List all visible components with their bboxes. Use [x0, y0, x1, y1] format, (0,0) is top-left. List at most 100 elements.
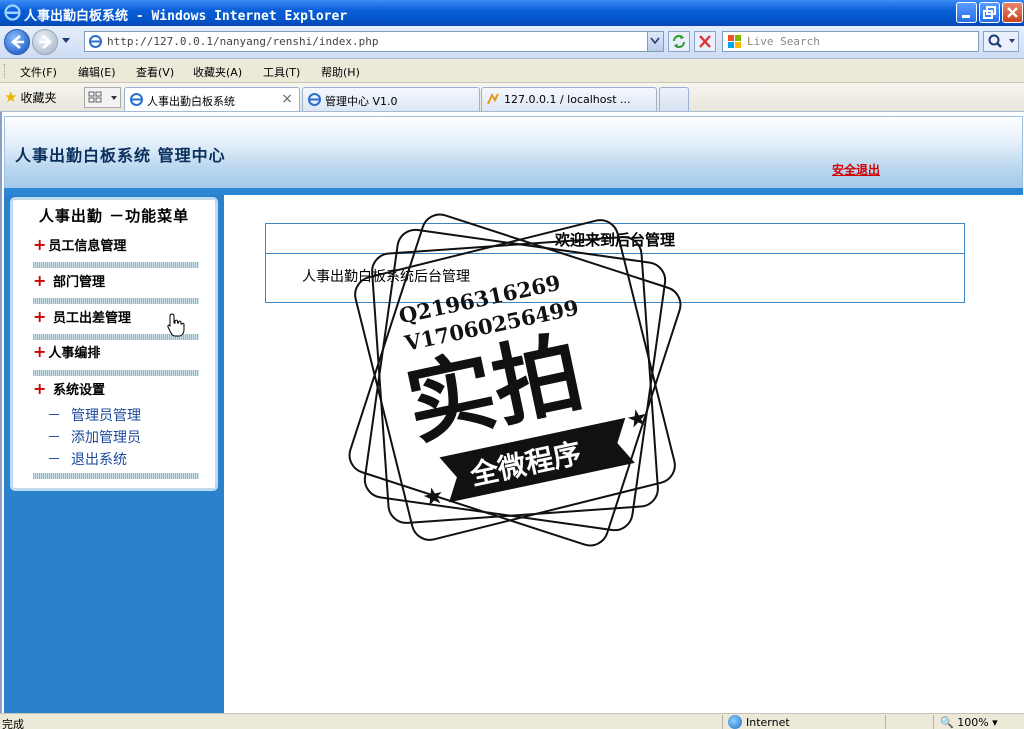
section-label: 系统设置 [52, 383, 105, 398]
plus-icon: + [33, 235, 47, 254]
url-text: http://127.0.0.1/nanyang/renshi/index.ph… [107, 35, 379, 48]
tab-label: 127.0.0.1 / localhost ... [504, 93, 631, 106]
menu-separator [33, 473, 199, 479]
plus-icon: + [33, 379, 47, 398]
tab-admin-center[interactable]: 管理中心 V1.0 [302, 87, 480, 111]
tab-label: 管理中心 V1.0 [325, 95, 398, 108]
close-window-button[interactable] [1002, 2, 1023, 23]
zoom-control[interactable]: 🔍 100% ▾ [940, 716, 998, 729]
forward-arrow-icon [39, 35, 52, 49]
status-divider [722, 715, 723, 729]
stop-x-icon [699, 35, 711, 48]
link-label: 管理员管理 [71, 408, 141, 424]
tab-ie-icon [308, 93, 321, 106]
menu-section-department[interactable]: + 部门管理 [33, 271, 105, 290]
toolbar-grip [4, 64, 7, 78]
minimize-icon [962, 15, 970, 18]
tab-phpmyadmin[interactable]: 127.0.0.1 / localhost ... [481, 87, 657, 111]
url-dropdown-button[interactable] [647, 32, 663, 51]
plus-icon: + [33, 271, 47, 290]
search-icon [988, 34, 1015, 48]
back-arrow-icon [11, 35, 24, 49]
status-divider [885, 715, 886, 729]
close-icon [1007, 7, 1018, 18]
search-field[interactable]: Live Search [722, 31, 979, 52]
link-label: 添加管理员 [71, 430, 141, 446]
window-title: 人事出勤白板系统 - Windows Internet Explorer [24, 9, 348, 24]
menu-title: 人事出勤 －功能菜单 [38, 207, 190, 225]
welcome-title: 欢迎来到后台管理 [266, 224, 964, 254]
site-header: 人事出勤白板系统 管理中心 安全退出 [4, 116, 1023, 192]
welcome-body: 人事出勤白板系统后台管理 [302, 269, 470, 285]
security-zone: Internet [728, 715, 790, 729]
tab-ie-icon [130, 93, 143, 106]
forward-button[interactable] [32, 29, 58, 55]
web-page: 人事出勤白板系统 管理中心 安全退出 人事出勤 －功能菜单 + 员工信息管理 + … [0, 112, 1024, 713]
url-field[interactable]: http://127.0.0.1/nanyang/renshi/index.ph… [84, 31, 664, 52]
refresh-button[interactable] [668, 31, 690, 52]
status-bar: 完成 Internet 🔍 100% ▾ [0, 713, 1024, 729]
search-button[interactable] [983, 31, 1019, 52]
plus-icon: + [33, 342, 47, 361]
menu-section-settings[interactable]: + 系统设置 [33, 379, 105, 398]
main-content: 欢迎来到后台管理 人事出勤白板系统后台管理 [224, 195, 1023, 713]
menu-file[interactable]: 文件(F) [20, 64, 57, 80]
logout-link[interactable]: 安全退出 [832, 161, 880, 178]
phpmyadmin-icon [487, 92, 499, 105]
menu-link-admin-manage[interactable]: －管理员管理 [47, 405, 141, 425]
status-divider [933, 715, 934, 729]
star-icon: ★ [4, 88, 18, 106]
menu-help[interactable]: 帮助(H) [321, 64, 360, 80]
tab-bar: ★ 收藏夹 人事出勤白板系统 × 管理中心 V1.0 127.0.0.1 / lo… [0, 83, 1024, 112]
link-label: 退出系统 [71, 452, 127, 468]
welcome-panel: 欢迎来到后台管理 人事出勤白板系统后台管理 [265, 223, 965, 303]
quick-tabs-button[interactable] [84, 87, 121, 108]
refresh-icon [673, 35, 685, 48]
new-tab-button[interactable] [659, 87, 689, 111]
menu-view[interactable]: 查看(V) [136, 64, 174, 80]
restore-button[interactable] [979, 2, 1000, 23]
menu-edit[interactable]: 编辑(E) [78, 64, 116, 80]
globe-icon [728, 715, 742, 729]
tab-close-icon[interactable]: × [281, 91, 293, 107]
menu-favorites[interactable]: 收藏夹(A) [193, 64, 242, 80]
menu-section-business-trip[interactable]: + 员工出差管理 [33, 307, 131, 326]
header-divider [4, 188, 1023, 195]
menu-tools[interactable]: 工具(T) [263, 64, 300, 80]
menu-section-employee-info[interactable]: + 员工信息管理 [33, 235, 126, 254]
history-dropdown-icon[interactable] [61, 37, 71, 45]
live-search-logo-icon [728, 35, 741, 48]
plus-icon: + [33, 307, 47, 326]
tab-renshi[interactable]: 人事出勤白板系统 × [124, 87, 300, 111]
ie-logo-icon [4, 4, 21, 21]
section-label: 人事编排 [48, 346, 101, 361]
window-titlebar: 人事出勤白板系统 - Windows Internet Explorer [0, 0, 1024, 26]
menu-bar: 文件(F) 编辑(E) 查看(V) 收藏夹(A) 工具(T) 帮助(H) [0, 59, 1024, 83]
search-placeholder: Live Search [747, 35, 820, 48]
menu-separator [33, 262, 199, 268]
menu-link-add-admin[interactable]: －添加管理员 [47, 427, 141, 447]
tab-label: 人事出勤白板系统 [147, 95, 235, 108]
back-button[interactable] [4, 29, 30, 55]
site-title: 人事出勤白板系统 管理中心 [15, 146, 226, 165]
menu-section-scheduling[interactable]: + 人事编排 [33, 342, 100, 361]
sidebar: 人事出勤 －功能菜单 + 员工信息管理 + 部门管理 + 员工出差管理 + 人事编排… [4, 195, 224, 713]
function-menu: 人事出勤 －功能菜单 + 员工信息管理 + 部门管理 + 员工出差管理 + 人事编排… [10, 197, 218, 491]
favorites-button[interactable]: ★ 收藏夹 [4, 88, 56, 106]
favorites-label: 收藏夹 [20, 91, 57, 105]
menu-link-exit[interactable]: －退出系统 [47, 449, 127, 469]
address-toolbar: http://127.0.0.1/nanyang/renshi/index.ph… [0, 26, 1024, 59]
quick-tabs-grid-icon [88, 91, 117, 103]
zone-label: Internet [746, 716, 790, 729]
minimize-button[interactable] [956, 2, 977, 23]
chevron-down-icon [650, 37, 660, 45]
hand-cursor-icon [167, 313, 185, 337]
menu-separator [33, 298, 199, 304]
status-text: 完成 [2, 718, 24, 729]
section-label: 部门管理 [52, 275, 105, 290]
menu-separator [33, 370, 199, 376]
stop-button[interactable] [694, 31, 716, 52]
page-ie-icon [89, 35, 102, 48]
restore-icon [983, 6, 996, 19]
section-label: 员工出差管理 [52, 311, 131, 326]
